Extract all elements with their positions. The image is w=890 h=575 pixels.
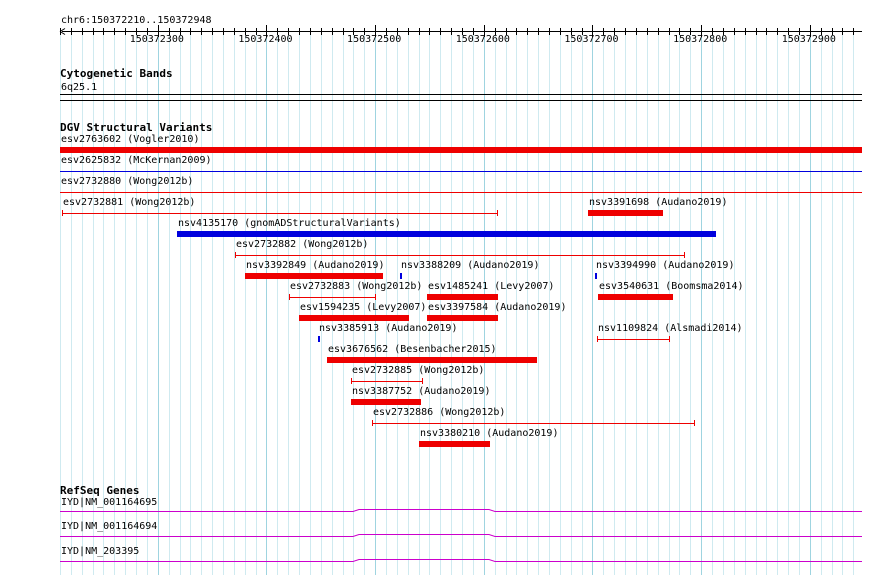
sv-feature-end-cap — [351, 378, 352, 384]
cytoband-band-top — [60, 94, 862, 95]
sv-label: nsv3391698 (Audano2019) — [589, 197, 728, 208]
sv-feature[interactable] — [318, 336, 320, 342]
sv-feature-end-cap — [289, 294, 290, 300]
sv-feature-end-cap — [694, 420, 695, 426]
ruler-tick-label: 150372700 — [564, 34, 619, 45]
sv-feature-line — [62, 212, 498, 214]
sv-label: nsv3387752 (Audano2019) — [352, 386, 491, 397]
sv-feature[interactable] — [427, 315, 498, 321]
gene-model-2[interactable] — [60, 556, 862, 566]
sv-feature-line — [60, 191, 862, 193]
gene-model-0[interactable] — [60, 506, 862, 516]
sv-feature[interactable] — [289, 294, 376, 300]
sv-feature[interactable] — [598, 294, 673, 300]
sv-label: nsv3385913 (Audano2019) — [319, 323, 458, 334]
sv-feature[interactable] — [60, 147, 862, 153]
sv-feature[interactable] — [351, 378, 423, 384]
sv-label: esv3676562 (Besenbacher2015) — [328, 344, 497, 355]
sv-feature[interactable] — [299, 315, 409, 321]
ruler-tick-label: 150372500 — [347, 34, 402, 45]
sv-feature[interactable] — [597, 336, 670, 342]
sv-feature[interactable] — [595, 273, 597, 279]
sv-label: esv2732880 (Wong2012b) — [61, 176, 194, 187]
sv-feature-line — [372, 422, 695, 424]
sv-feature[interactable] — [60, 189, 862, 195]
sv-feature[interactable] — [177, 231, 716, 237]
sv-feature-line — [235, 254, 685, 256]
sv-feature[interactable] — [419, 441, 490, 447]
sv-feature-end-cap — [62, 210, 63, 216]
ruler-tick-label: 150372300 — [129, 34, 184, 45]
ruler-tick-label: 150372400 — [238, 34, 293, 45]
genome-browser-view[interactable]: chr6:150372210..150372948 Cytogenetic Ba… — [0, 0, 890, 575]
sv-label: esv1594235 (Levy2007) — [300, 302, 427, 313]
sv-feature[interactable] — [351, 399, 421, 405]
sv-label: esv2763602 (Vogler2010) — [61, 134, 200, 145]
sv-label: nsv3380210 (Audano2019) — [420, 428, 559, 439]
cytoband-label: 6q25.1 — [61, 82, 98, 93]
cytoband-track-title: Cytogenetic Bands — [60, 67, 173, 80]
sv-feature[interactable] — [427, 294, 498, 300]
sv-label: nsv3388209 (Audano2019) — [401, 260, 540, 271]
sv-label: esv3397584 (Audano2019) — [428, 302, 567, 313]
sv-feature[interactable] — [372, 420, 695, 426]
sv-feature-line — [351, 380, 423, 382]
sv-label: esv2625832 (McKernan2009) — [61, 155, 212, 166]
sv-feature-end-cap — [375, 294, 376, 300]
sv-feature[interactable] — [62, 210, 498, 216]
sv-label: nsv3392849 (Audano2019) — [246, 260, 385, 271]
sv-feature[interactable] — [245, 273, 383, 279]
ruler-tick-label: 150372900 — [781, 34, 836, 45]
sv-feature-end-cap — [669, 336, 670, 342]
sv-feature-end-cap — [235, 252, 236, 258]
ruler-tick-label: 150372800 — [673, 34, 728, 45]
sv-feature-end-cap — [597, 336, 598, 342]
sv-label: esv2732883 (Wong2012b) — [290, 281, 423, 292]
cytoband-band-bottom — [60, 100, 862, 101]
sv-feature[interactable] — [60, 168, 862, 174]
sv-feature-end-cap — [497, 210, 498, 216]
sv-feature-line — [597, 338, 670, 340]
dgv-track-title: DGV Structural Variants — [60, 121, 213, 134]
gene-model-1[interactable] — [60, 531, 862, 541]
refseq-track-title: RefSeq Genes — [60, 484, 140, 497]
sv-feature[interactable] — [327, 357, 537, 363]
sv-label: esv2732885 (Wong2012b) — [352, 365, 485, 376]
sv-feature[interactable] — [400, 273, 402, 279]
sv-feature-end-cap — [684, 252, 685, 258]
sv-label: esv2732886 (Wong2012b) — [373, 407, 506, 418]
sv-label: esv2732881 (Wong2012b) — [63, 197, 196, 208]
sv-label: esv3540631 (Boomsma2014) — [599, 281, 744, 292]
sv-feature-line — [289, 296, 376, 298]
sv-label: esv2732882 (Wong2012b) — [236, 239, 369, 250]
sv-feature[interactable] — [588, 210, 663, 216]
sv-feature-end-cap — [372, 420, 373, 426]
sv-feature-end-cap — [422, 378, 423, 384]
sv-label: nsv1109824 (Alsmadi2014) — [598, 323, 743, 334]
sv-label: nsv3394990 (Audano2019) — [596, 260, 735, 271]
sv-feature-line — [60, 170, 862, 172]
coordinate-ruler[interactable] — [0, 0, 890, 60]
sv-label: nsv4135170 (gnomADStructuralVariants) — [178, 218, 401, 229]
sv-feature[interactable] — [235, 252, 685, 258]
sv-label: esv1485241 (Levy2007) — [428, 281, 555, 292]
ruler-tick-label: 150372600 — [455, 34, 510, 45]
